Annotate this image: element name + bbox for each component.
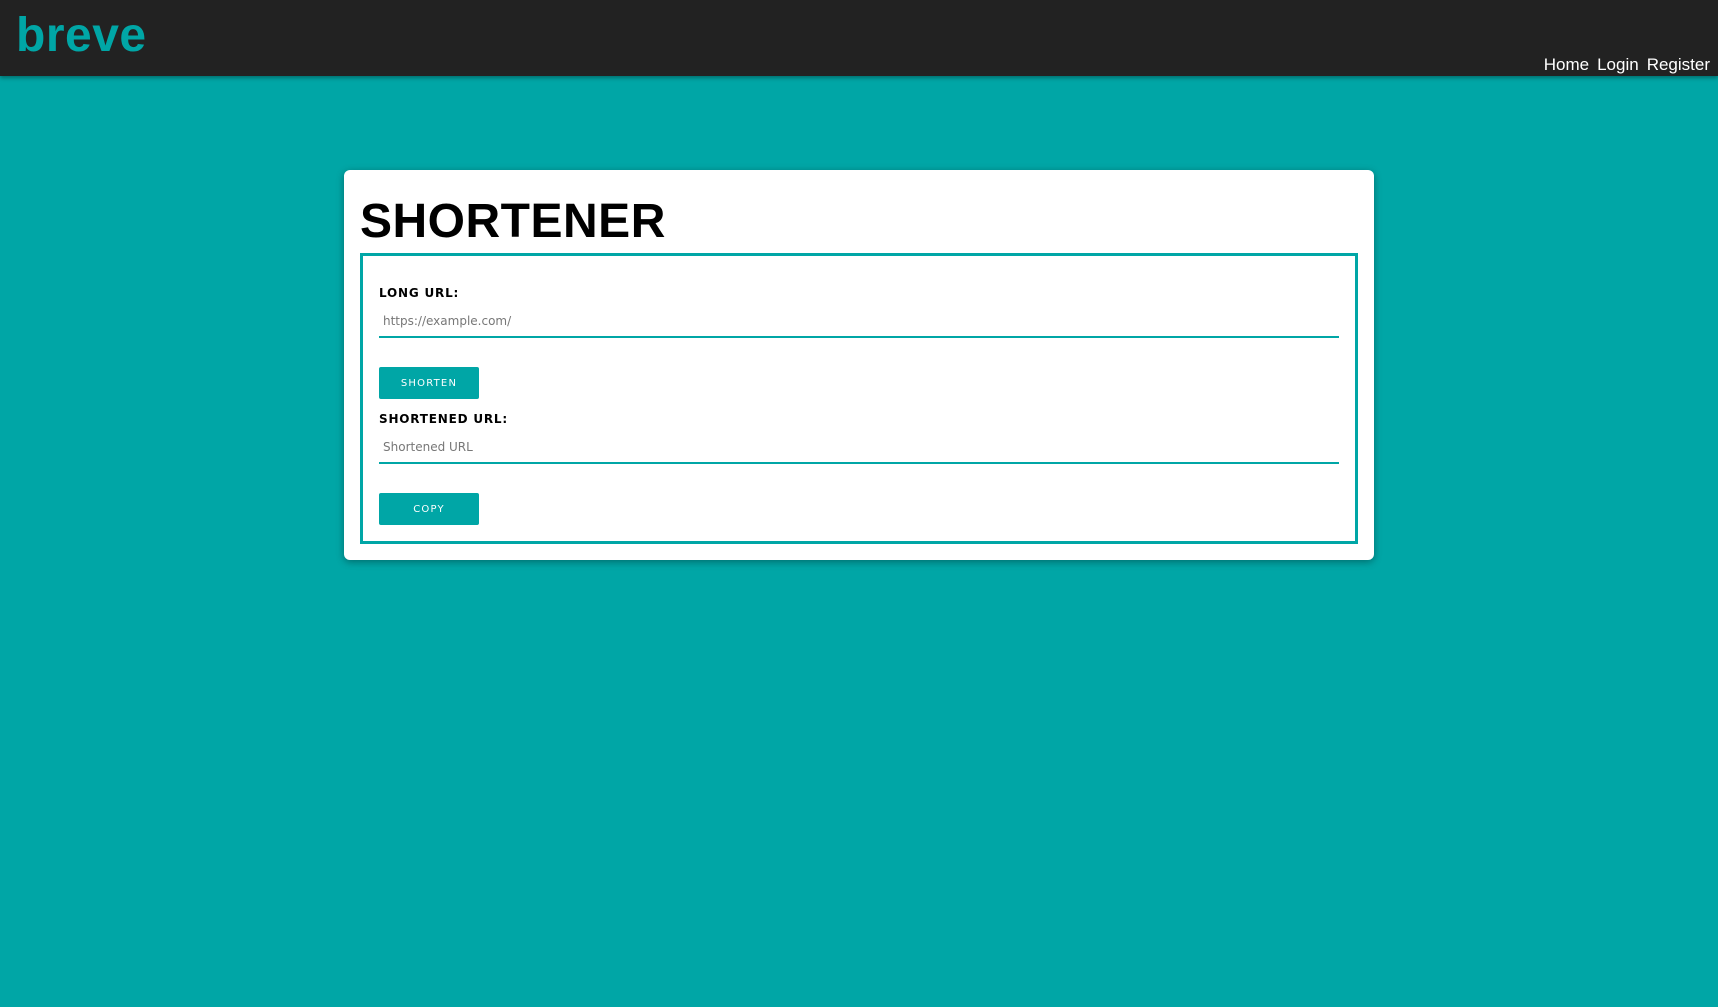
navbar: breve Home Login Register	[0, 0, 1718, 76]
shortener-card: SHORTENER LONG URL: SHORTEN SHORTENED UR…	[344, 170, 1374, 560]
shorten-button[interactable]: SHORTEN	[379, 367, 479, 399]
shortened-url-input[interactable]	[379, 432, 1339, 464]
long-url-label: LONG URL:	[379, 286, 460, 300]
shortener-form: LONG URL: SHORTEN SHORTENED URL: COPY	[360, 253, 1358, 544]
shortened-url-label: SHORTENED URL:	[379, 412, 508, 426]
nav-links: Home Login Register	[1544, 56, 1710, 73]
nav-link-register[interactable]: Register	[1647, 56, 1710, 73]
copy-button[interactable]: COPY	[379, 493, 479, 525]
nav-link-login[interactable]: Login	[1597, 56, 1639, 73]
long-url-input[interactable]	[379, 306, 1339, 338]
page-title: SHORTENER	[360, 195, 666, 248]
nav-link-home[interactable]: Home	[1544, 56, 1589, 73]
brand-logo[interactable]: breve	[16, 12, 147, 60]
